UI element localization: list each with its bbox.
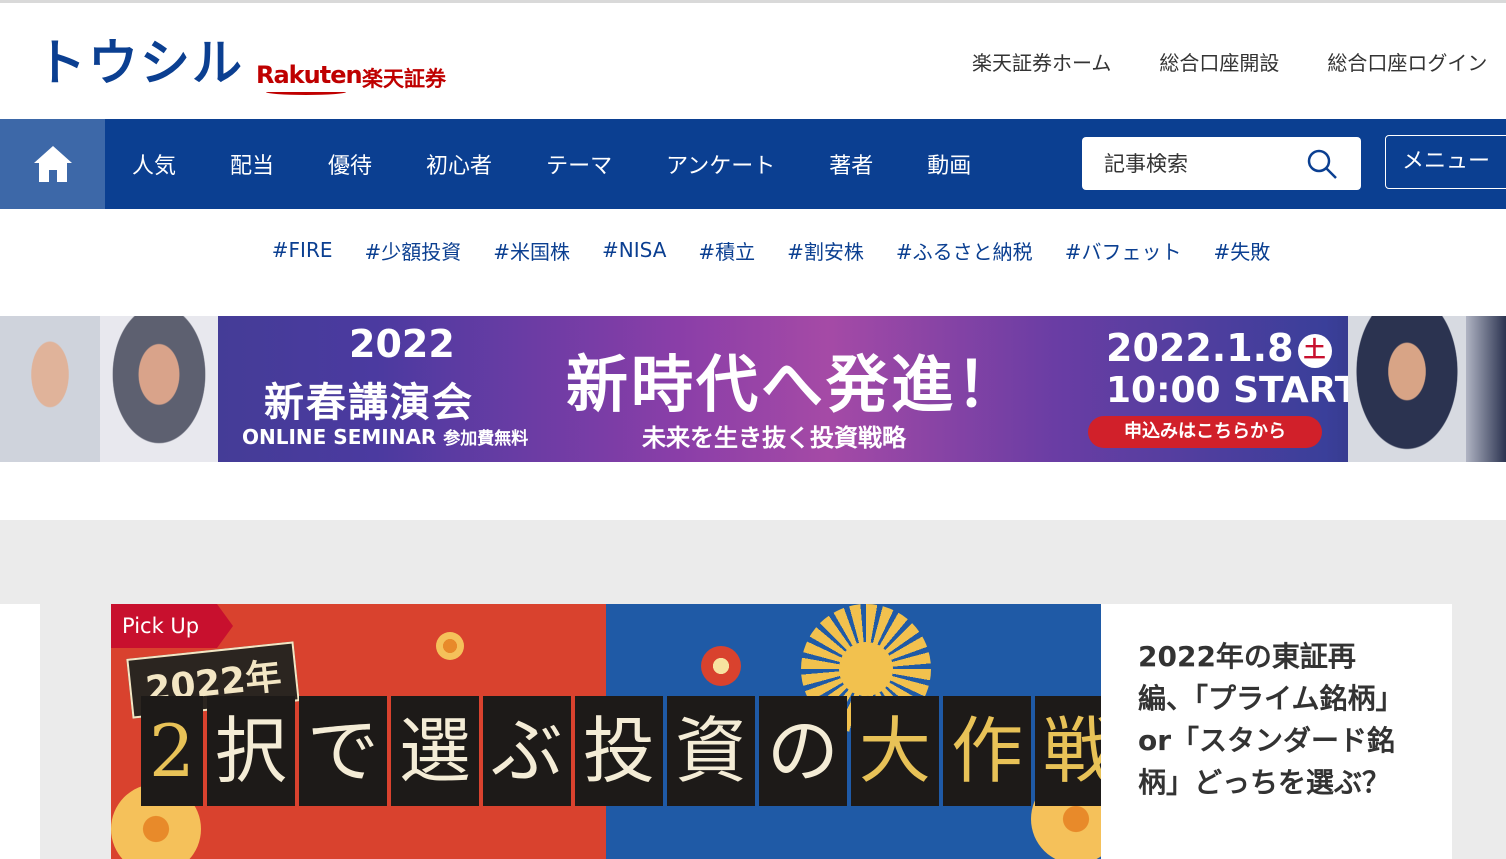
banner-online-text: ONLINE SEMINAR xyxy=(242,425,437,449)
rakuten-securities-label[interactable]: 楽天証券 xyxy=(362,63,446,93)
image-title-char: の xyxy=(758,696,847,806)
image-title-char: ぶ xyxy=(482,696,571,806)
pickup-image[interactable]: 2022年 2 択 で 選 ぶ 投 資 の 大 作 戦 Pick Up xyxy=(111,604,1101,859)
flower-decoration xyxy=(701,646,741,686)
tag-link[interactable]: #割安株 xyxy=(787,236,864,265)
banner-fee: 参加費無料 xyxy=(443,429,529,449)
banner-headline: 新時代へ発進！ xyxy=(566,348,1022,421)
image-title-char: 2 xyxy=(141,696,203,806)
banner-date: 2022.1.8 土 xyxy=(1106,326,1332,370)
tag-link[interactable]: #ふるさと納税 xyxy=(896,236,1033,265)
carousel-prev-card[interactable] xyxy=(0,604,40,859)
tag-link[interactable]: #少額投資 xyxy=(364,236,461,265)
rakuten-swoosh-icon xyxy=(266,89,346,95)
home-icon xyxy=(33,146,72,182)
header-link-home[interactable]: 楽天証券ホーム xyxy=(972,47,1111,76)
image-title-char: 資 xyxy=(666,696,755,806)
image-title-char: 択 xyxy=(206,696,295,806)
flower-decoration xyxy=(436,632,464,660)
header-link-login[interactable]: 総合口座ログイン xyxy=(1327,47,1487,76)
tag-link[interactable]: #米国株 xyxy=(493,236,570,265)
rakuten-logo[interactable]: Rakuten xyxy=(256,61,363,89)
home-button[interactable] xyxy=(0,119,105,209)
nav-item-survey[interactable]: アンケート xyxy=(639,148,802,180)
nav-item-dividend[interactable]: 配当 xyxy=(203,148,301,180)
speaker-photo xyxy=(0,316,100,462)
nav-item-theme[interactable]: テーマ xyxy=(519,148,639,180)
tag-link[interactable]: #FIRE xyxy=(272,238,333,262)
image-title-char: 作 xyxy=(942,696,1031,806)
speaker-photo xyxy=(1466,316,1506,462)
tag-link[interactable]: #失敗 xyxy=(1213,236,1270,265)
hashtag-bar: #FIRE #少額投資 #米国株 #NISA #積立 #割安株 #ふるさと納税 … xyxy=(0,209,1506,291)
menu-button[interactable]: メニュー xyxy=(1385,135,1506,189)
pickup-badge: Pick Up xyxy=(111,604,234,648)
nav-item-popular[interactable]: 人気 xyxy=(105,148,203,180)
image-title-char: 大 xyxy=(850,696,939,806)
header-links: 楽天証券ホーム 総合口座開設 総合口座ログイン xyxy=(972,47,1487,76)
image-title-char: 戦 xyxy=(1034,696,1101,806)
pickup-card[interactable]: 2022年 2 択 で 選 ぶ 投 資 の 大 作 戦 Pick Up 2022… xyxy=(111,604,1452,859)
banner-start-time: 10:00 START xyxy=(1106,370,1360,411)
nav-item-video[interactable]: 動画 xyxy=(900,148,998,180)
search-icon[interactable] xyxy=(1306,148,1338,180)
image-title: 2 択 で 選 ぶ 投 資 の 大 作 戦 xyxy=(141,696,1101,806)
site-header: トウシル Rakuten 楽天証券 楽天証券ホーム 総合口座開設 総合口座ログイ… xyxy=(0,3,1506,119)
banner-subheadline: 未来を生き抜く投資戦略 xyxy=(642,424,906,452)
pickup-article-title[interactable]: 2022年の東証再編、「プライム銘柄」or「スタンダード銘柄」どっちを選ぶ？ xyxy=(1138,636,1408,804)
image-title-char: 選 xyxy=(390,696,479,806)
speaker-photo xyxy=(1348,316,1466,462)
image-title-char: 投 xyxy=(574,696,663,806)
nav-item-benefits[interactable]: 優待 xyxy=(301,148,399,180)
banner-day-badge: 土 xyxy=(1297,334,1332,368)
seminar-banner[interactable]: 2022 新春講演会 ONLINE SEMINAR 参加費無料 新時代へ発進！ … xyxy=(0,316,1506,462)
banner-event-name: 新春講演会 xyxy=(264,380,474,426)
nav-item-authors[interactable]: 著者 xyxy=(802,148,900,180)
toushiru-logo[interactable]: トウシル xyxy=(36,33,244,93)
speaker-photo xyxy=(100,316,218,462)
image-title-char: で xyxy=(298,696,387,806)
header-link-open-account[interactable]: 総合口座開設 xyxy=(1159,47,1279,76)
main-nav: 人気 配当 優待 初心者 テーマ アンケート 著者 動画 メニュー xyxy=(0,119,1506,209)
tag-link[interactable]: #積立 xyxy=(698,236,755,265)
nav-items: 人気 配当 優待 初心者 テーマ アンケート 著者 動画 xyxy=(105,119,998,209)
nav-item-beginner[interactable]: 初心者 xyxy=(399,148,519,180)
banner-online-label: ONLINE SEMINAR 参加費無料 xyxy=(242,424,528,449)
tag-link[interactable]: #バフェット xyxy=(1065,236,1182,265)
tag-link[interactable]: #NISA xyxy=(602,238,666,262)
search-input[interactable] xyxy=(1104,137,1294,190)
search-box xyxy=(1082,137,1361,190)
banner-apply-button[interactable]: 申込みはこちらから xyxy=(1088,416,1322,448)
banner-year: 2022 xyxy=(349,322,455,366)
banner-date-text: 2022.1.8 xyxy=(1106,326,1294,370)
